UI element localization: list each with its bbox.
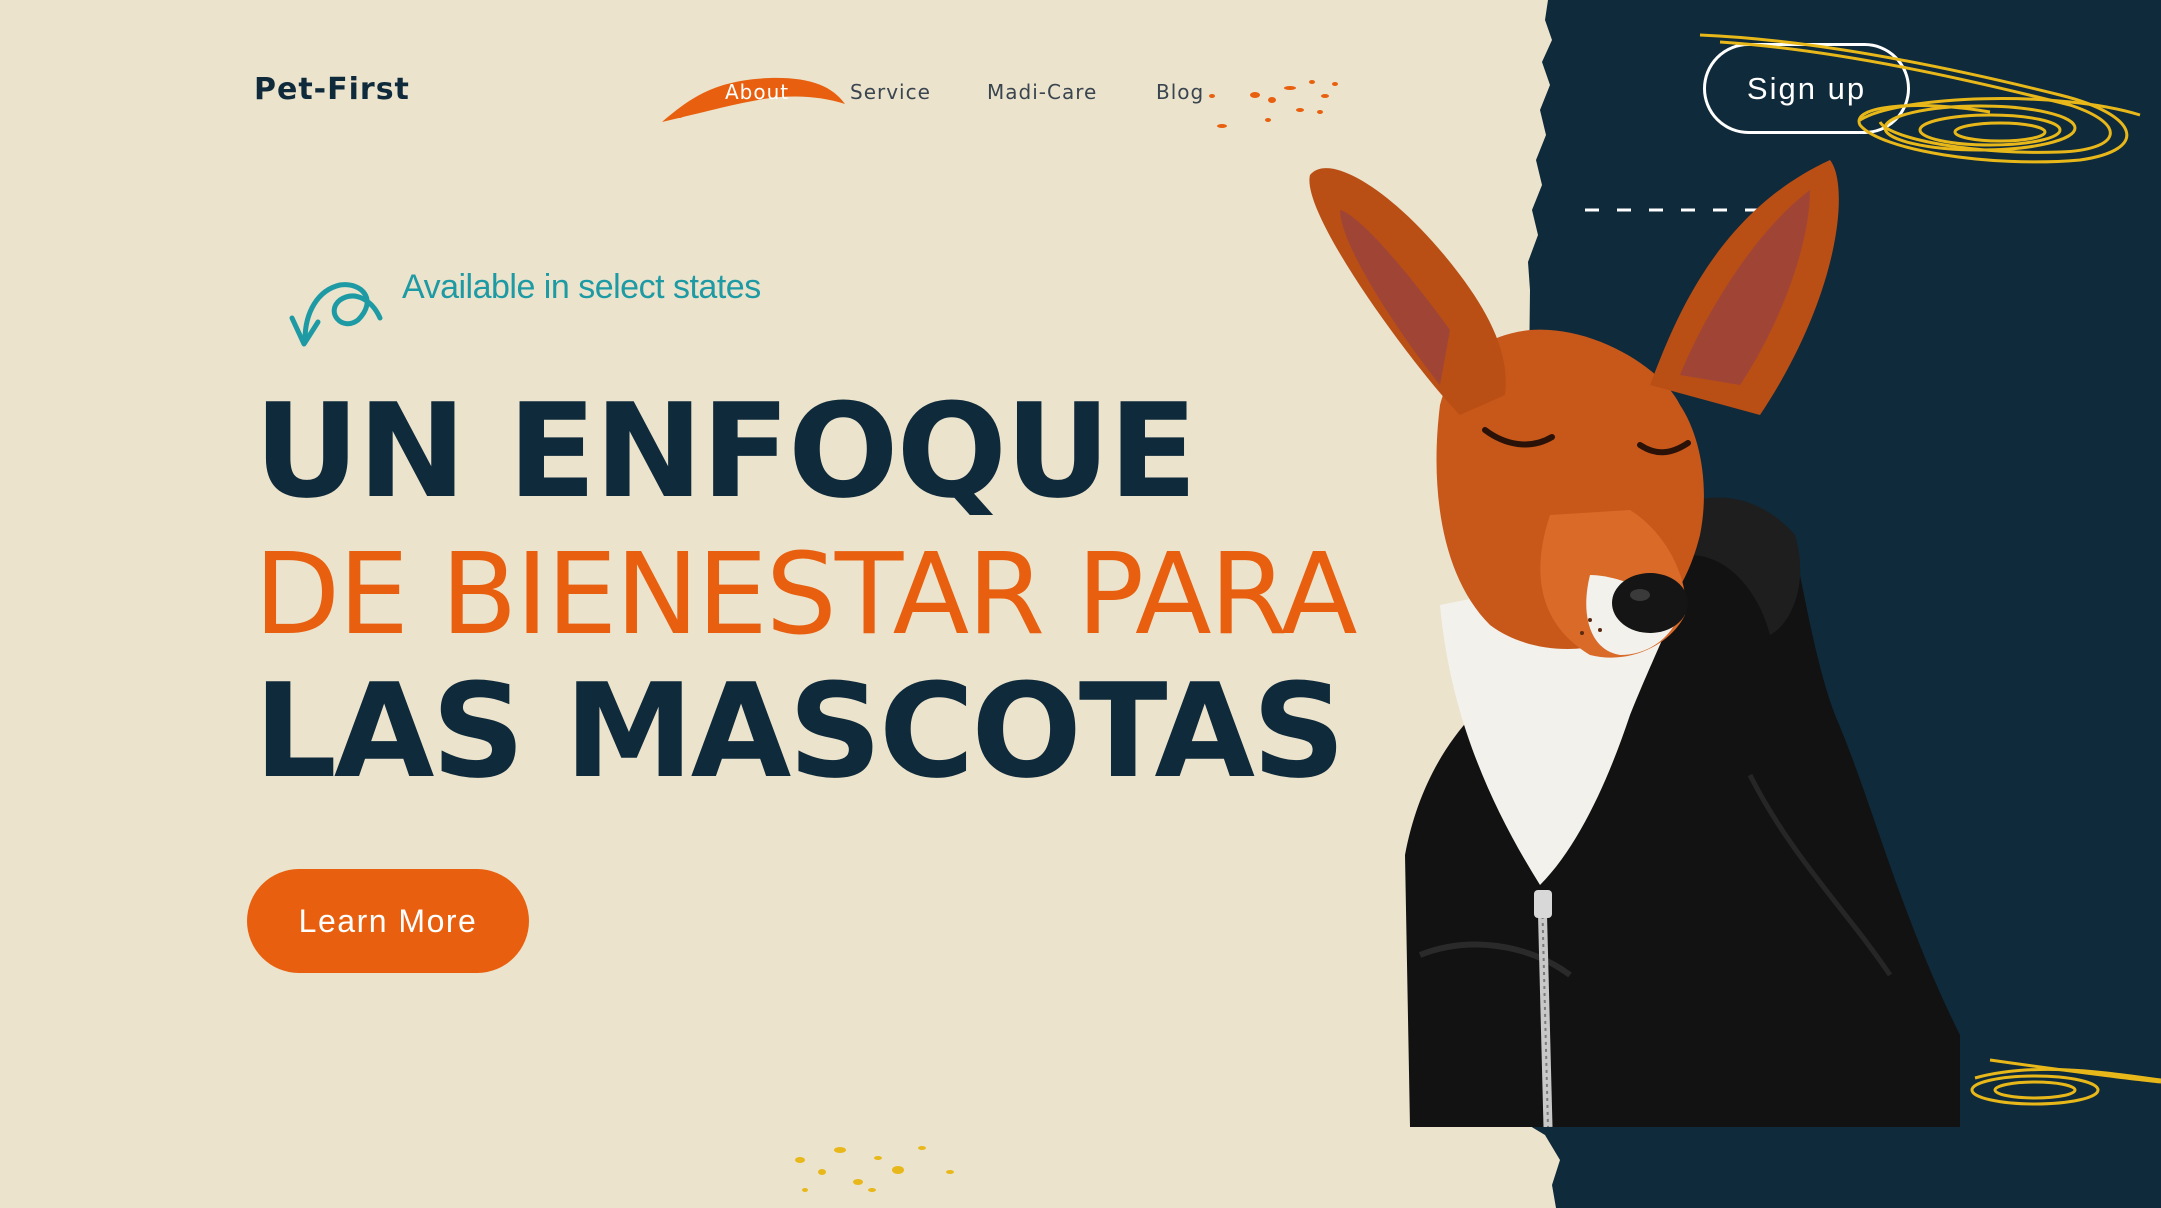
hero-headline-line3: LAS MASCOTAS xyxy=(254,655,1346,807)
main-nav: About Service Madi-Care Blog xyxy=(660,60,1360,122)
hero-headline-line2: DE BIENESTAR PARA xyxy=(254,530,1358,660)
sign-up-button[interactable]: Sign up xyxy=(1703,43,1910,134)
hero-headline-line1: UN ENFOQUE xyxy=(254,375,1197,527)
nav-service[interactable]: Service xyxy=(850,80,931,104)
availability-note: Available in select states xyxy=(402,268,761,306)
nav-about[interactable]: About xyxy=(725,80,789,104)
nav-blog[interactable]: Blog xyxy=(1156,80,1204,104)
dog-in-hoodie-image xyxy=(1309,160,1960,1127)
brand-logo[interactable]: Pet-First xyxy=(254,72,410,107)
learn-more-button[interactable]: Learn More xyxy=(247,869,529,973)
nav-madi-care[interactable]: Madi-Care xyxy=(987,80,1097,104)
